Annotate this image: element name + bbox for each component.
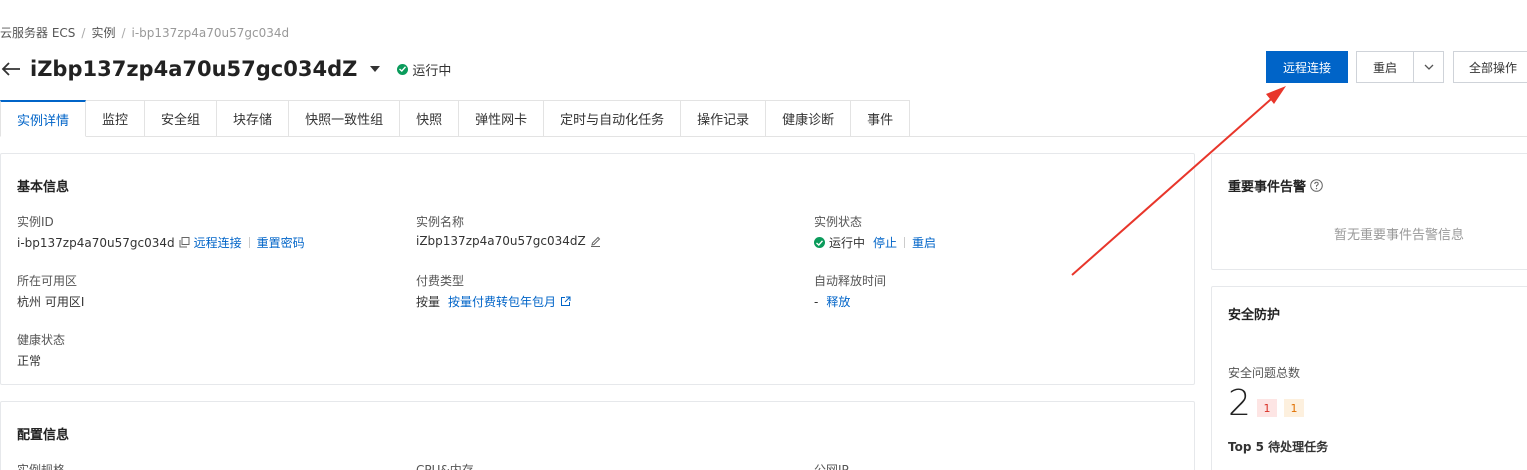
all-operations-button[interactable]: 全部操作 (1453, 51, 1527, 83)
instance-id-value: i-bp137zp4a70u57gc034d (17, 235, 175, 250)
billing-label: 付费类型 (416, 274, 465, 288)
stop-link[interactable]: 停止 (873, 234, 897, 251)
tab-monitoring[interactable]: 监控 (86, 100, 146, 137)
divider (248, 237, 250, 248)
tab-snapshot-consistency-group[interactable]: 快照一致性组 (289, 100, 401, 137)
zone-value: 杭州 可用区I (17, 295, 85, 309)
divider (904, 237, 906, 248)
breadcrumb-instances[interactable]: 实例 (91, 26, 115, 40)
instance-id-row: i-bp137zp4a70u57gc034d 远程连接 重置密码 (17, 234, 305, 251)
cpu-memory-label: CPU&内存 (416, 463, 474, 470)
instance-name-row: iZbp137zp4a70u57gc034dZ (416, 234, 605, 248)
copy-icon[interactable] (179, 237, 190, 248)
tab-health-diagnosis[interactable]: 健康诊断 (766, 100, 852, 137)
instance-name-label: 实例名称 (416, 215, 465, 229)
external-link-icon[interactable] (560, 296, 571, 307)
health-label: 健康状态 (17, 333, 66, 347)
tab-security-group[interactable]: 安全组 (145, 100, 218, 137)
security-total-label: 安全问题总数 (1228, 366, 1301, 380)
remote-connect-link[interactable]: 远程连接 (194, 234, 242, 251)
public-ip-label: 公网IP (814, 463, 849, 470)
billing-value: 按量 (416, 295, 441, 309)
high-risk-badge[interactable]: 1 (1257, 399, 1277, 417)
release-link[interactable]: 释放 (826, 293, 850, 310)
auto-release-value: - (814, 294, 819, 309)
health-value: 正常 (17, 354, 42, 368)
tab-eni[interactable]: 弹性网卡 (459, 100, 545, 137)
breadcrumb: 云服务器 ECS / 实例 / i-bp137zp4a70u57gc034d (0, 24, 289, 41)
config-info-title: 配置信息 (17, 428, 70, 443)
restart-button[interactable]: 重启 (1356, 51, 1414, 83)
check-circle-icon (397, 63, 409, 75)
instance-status-row: 运行中 停止 重启 (814, 234, 936, 251)
restart-link[interactable]: 重启 (912, 234, 936, 251)
spec-label: 实例规格 (17, 463, 66, 470)
security-card: 安全防护 安全问题总数 2 1 1 Top 5 待处理任务 (1211, 286, 1527, 470)
breadcrumb-ecs[interactable]: 云服务器 ECS (0, 26, 75, 40)
restart-more-button[interactable] (1414, 51, 1444, 83)
events-title-row: 重要事件告警 (1228, 176, 1323, 195)
tab-scheduled-tasks[interactable]: 定时与自动化任务 (544, 100, 682, 137)
config-info-card: 配置信息 实例规格 CPU&内存 公网IP (0, 401, 1195, 470)
title-row: iZbp137zp4a70u57gc034dZ 运行中 (0, 54, 451, 84)
breadcrumb-separator: / (81, 26, 86, 40)
tab-operation-logs[interactable]: 操作记录 (681, 100, 767, 137)
tab-block-storage[interactable]: 块存储 (217, 100, 290, 137)
events-title: 重要事件告警 (1228, 180, 1307, 195)
chevron-down-icon (1424, 64, 1433, 70)
instance-id-label: 实例ID (17, 215, 54, 229)
instance-status-label: 实例状态 (814, 215, 863, 229)
tab-events[interactable]: 事件 (851, 100, 911, 137)
billing-row: 按量 按量付费转包年包月 (416, 293, 575, 310)
basic-info-title: 基本信息 (17, 180, 70, 195)
tab-bar: 实例详情 监控 安全组 块存储 快照一致性组 快照 弹性网卡 定时与自动化任务 … (0, 100, 1527, 137)
convert-to-subscription-link[interactable]: 按量付费转包年包月 (448, 293, 556, 310)
auto-release-label: 自动释放时间 (814, 274, 887, 288)
zone-label: 所在可用区 (17, 274, 78, 288)
breadcrumb-current: i-bp137zp4a70u57gc034d (131, 26, 290, 40)
tab-instance-details[interactable]: 实例详情 (0, 100, 87, 137)
instance-status-value: 运行中 (829, 236, 866, 250)
tab-snapshots[interactable]: 快照 (400, 100, 460, 137)
security-title: 安全防护 (1228, 308, 1281, 323)
page-title: iZbp137zp4a70u57gc034dZ (30, 57, 358, 81)
action-bar: 远程连接 重启 全部操作 (1266, 51, 1527, 83)
auto-release-row: - 释放 (814, 293, 850, 310)
status-indicator: 运行中 (397, 60, 451, 79)
top5-label: Top 5 待处理任务 (1228, 440, 1329, 454)
basic-info-card: 基本信息 实例ID i-bp137zp4a70u57gc034d 远程连接 重置… (0, 153, 1195, 385)
help-icon[interactable] (1310, 179, 1323, 192)
instance-name-value: iZbp137zp4a70u57gc034dZ (416, 234, 586, 248)
edit-pencil-icon[interactable] (590, 236, 601, 247)
status-text: 运行中 (412, 63, 452, 79)
security-total-value: 2 (1228, 383, 1251, 424)
reset-password-link[interactable]: 重置密码 (257, 234, 305, 251)
breadcrumb-separator: / (121, 26, 126, 40)
medium-risk-badge[interactable]: 1 (1284, 399, 1304, 417)
back-arrow-icon[interactable] (0, 57, 24, 81)
important-events-card: 重要事件告警 暂无重要事件告警信息 (1211, 153, 1527, 270)
events-empty-text: 暂无重要事件告警信息 (1334, 228, 1465, 243)
check-circle-icon (814, 237, 825, 248)
chevron-down-icon[interactable] (369, 65, 381, 73)
remote-connect-button[interactable]: 远程连接 (1266, 51, 1348, 83)
